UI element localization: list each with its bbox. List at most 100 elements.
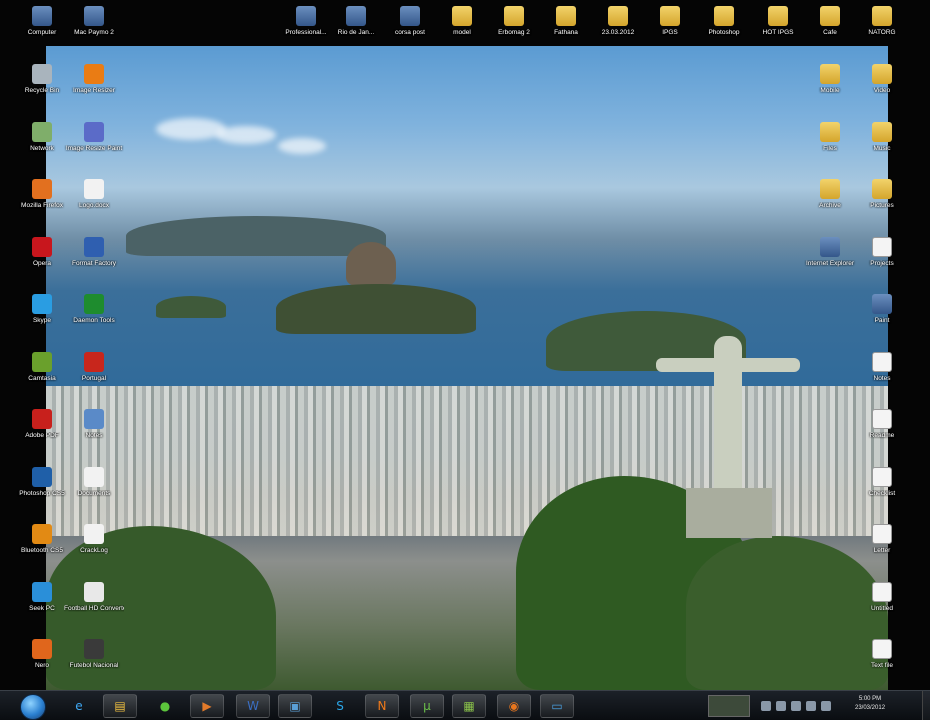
media-icon bbox=[84, 236, 104, 257]
nero-icon bbox=[32, 639, 52, 659]
windows-explorer-icon[interactable]: ▤ bbox=[103, 694, 137, 718]
desktop-icon-label: Erbomag 2 bbox=[498, 29, 530, 36]
start-button[interactable] bbox=[20, 694, 46, 720]
document-icon bbox=[84, 466, 104, 487]
desktop-icon[interactable]: Video bbox=[852, 64, 912, 94]
desktop-icon-label: Archive bbox=[819, 202, 841, 209]
desktop-icon[interactable]: IPGS bbox=[640, 6, 700, 36]
desktop-icon[interactable]: Skype bbox=[12, 294, 72, 324]
desktop-icon[interactable]: Untitled bbox=[852, 581, 912, 612]
screen-recorder-icon[interactable]: ▭ bbox=[540, 694, 574, 718]
desktop-icon[interactable]: Recycle Bin bbox=[12, 64, 72, 94]
desktop-icon-label: Recycle Bin bbox=[24, 87, 60, 94]
skype-icon[interactable]: S bbox=[323, 694, 357, 718]
desktop-icon[interactable]: Camtasia bbox=[12, 351, 72, 382]
desktop-icon[interactable]: Computer bbox=[12, 6, 72, 36]
tray-volume-icon[interactable] bbox=[791, 701, 801, 711]
desktop-icon[interactable]: Adobe PDF bbox=[12, 409, 72, 439]
desktop-icon-label: Format Factory bbox=[71, 259, 117, 267]
desktop-icon[interactable]: Format Factory bbox=[64, 236, 124, 267]
desktop-icon[interactable]: Opera bbox=[12, 236, 72, 267]
desktop-icon[interactable]: Logo.docx bbox=[64, 179, 124, 209]
desktop-icon[interactable]: NATORG bbox=[852, 6, 912, 36]
desktop-icon[interactable]: corsa post bbox=[380, 6, 440, 36]
desktop-icon-label: Readme bbox=[869, 432, 895, 439]
desktop-icon[interactable]: Football HD Converter bbox=[64, 581, 124, 612]
desktop-icon-label: Adobe PDF bbox=[25, 432, 59, 439]
desktop-icon[interactable]: Cafe bbox=[800, 6, 860, 36]
word-icon[interactable]: W bbox=[236, 694, 270, 718]
firefox-icon[interactable]: ◉ bbox=[497, 694, 531, 718]
desktop-icon[interactable]: Documents bbox=[64, 466, 124, 497]
desktop-icon[interactable]: Bluetooth CS5 bbox=[12, 524, 72, 554]
internet-explorer-icon[interactable]: e bbox=[62, 694, 96, 718]
folder-icon bbox=[820, 121, 840, 142]
taskbar-thumbnail[interactable] bbox=[708, 695, 750, 717]
desktop-icon[interactable]: Futebol Nacional bbox=[64, 639, 124, 669]
desktop-icon[interactable]: 23.03.2012 bbox=[588, 6, 648, 36]
video-player-icon[interactable]: ▶ bbox=[190, 694, 224, 718]
desktop-icon-label: Notes bbox=[85, 432, 103, 439]
desktop-icon-label: Pictures bbox=[870, 202, 894, 209]
desktop-icon[interactable]: Letter bbox=[852, 524, 912, 554]
desktop-icon[interactable]: Checklist bbox=[852, 466, 912, 497]
desktop-icon[interactable]: Fathana bbox=[536, 6, 596, 36]
tray-network-icon[interactable] bbox=[776, 701, 786, 711]
desktop-icon[interactable]: HOT IPGS bbox=[748, 6, 808, 36]
image-viewer-icon[interactable]: ▣ bbox=[278, 694, 312, 718]
desktop-icon[interactable]: Image Resizer bbox=[64, 64, 124, 94]
desktop-icon-label: Untitled bbox=[870, 604, 894, 612]
clock[interactable]: 5:00 PM 23/03/2012 bbox=[855, 695, 885, 713]
desktop-icon[interactable]: Music bbox=[852, 121, 912, 152]
tray-flag-icon[interactable] bbox=[806, 701, 816, 711]
desktop-icon[interactable]: Pictures bbox=[852, 179, 912, 209]
desktop-icon[interactable]: model bbox=[432, 6, 492, 36]
play-icon bbox=[84, 294, 104, 314]
desktop-icon[interactable]: Daemon Tools bbox=[64, 294, 124, 324]
show-desktop-button[interactable] bbox=[922, 691, 930, 720]
desktop-icon-label: Cafe bbox=[823, 29, 837, 36]
desktop-icon-label: Mac Paymo 2 bbox=[74, 29, 114, 36]
desktop-icon[interactable]: Erbomag 2 bbox=[484, 6, 544, 36]
document-icon bbox=[872, 351, 892, 372]
desktop-icon[interactable]: CrackLog bbox=[64, 524, 124, 554]
media-player-icon[interactable]: ● bbox=[148, 694, 182, 718]
desktop-icon[interactable]: Photoshop bbox=[694, 6, 754, 36]
desktop-icon[interactable]: Mobile bbox=[800, 64, 860, 94]
desktop-icon-label: Seek PC bbox=[29, 604, 55, 612]
nero-icon[interactable]: N bbox=[365, 694, 399, 718]
desktop-icon[interactable]: Nero bbox=[12, 639, 72, 669]
illustrator-icon bbox=[32, 524, 52, 544]
desktop-icon-label: Image Resize Paint bbox=[65, 144, 123, 152]
desktop-icon[interactable]: Archive bbox=[800, 179, 860, 209]
tray-up-arrow-icon[interactable] bbox=[761, 701, 771, 711]
utorrent-icon[interactable]: µ bbox=[410, 694, 444, 718]
image-icon bbox=[346, 6, 366, 26]
desktop-icon[interactable]: Network bbox=[12, 121, 72, 152]
desktop-icon[interactable]: Text file bbox=[852, 639, 912, 669]
desktop-wallpaper bbox=[46, 46, 888, 690]
desktop-icon[interactable]: Image Resize Paint bbox=[64, 121, 124, 152]
document-icon bbox=[84, 179, 104, 199]
notes-icon bbox=[84, 409, 104, 429]
desktop-icon-label: CrackLog bbox=[80, 547, 108, 554]
desktop-icon-label: Skype bbox=[32, 317, 52, 324]
desktop-icon[interactable]: Internet Explorer bbox=[800, 236, 860, 267]
desktop-icon[interactable]: Photoshop CS5 bbox=[12, 466, 72, 497]
desktop-icon[interactable]: Paint bbox=[852, 294, 912, 324]
desktop-icon[interactable]: Rio de Jan... bbox=[326, 6, 386, 36]
skype-icon bbox=[32, 294, 52, 314]
desktop-icon[interactable]: Mozilla Firefox bbox=[12, 179, 72, 209]
desktop-icon[interactable]: Notes bbox=[64, 409, 124, 439]
desktop-icon[interactable]: Readme bbox=[852, 409, 912, 439]
tray-power-icon[interactable] bbox=[821, 701, 831, 711]
camtasia-icon bbox=[32, 351, 52, 372]
football-icon bbox=[84, 581, 104, 602]
desktop-icon[interactable]: Notes bbox=[852, 351, 912, 382]
desktop-icon[interactable]: Portugal bbox=[64, 351, 124, 382]
desktop-icon[interactable]: Projects bbox=[852, 236, 912, 267]
desktop-icon[interactable]: Mac Paymo 2 bbox=[64, 6, 124, 36]
camtasia-icon[interactable]: ▦ bbox=[452, 694, 486, 718]
desktop-icon[interactable]: Files bbox=[800, 121, 860, 152]
desktop-icon[interactable]: Seek PC bbox=[12, 581, 72, 612]
